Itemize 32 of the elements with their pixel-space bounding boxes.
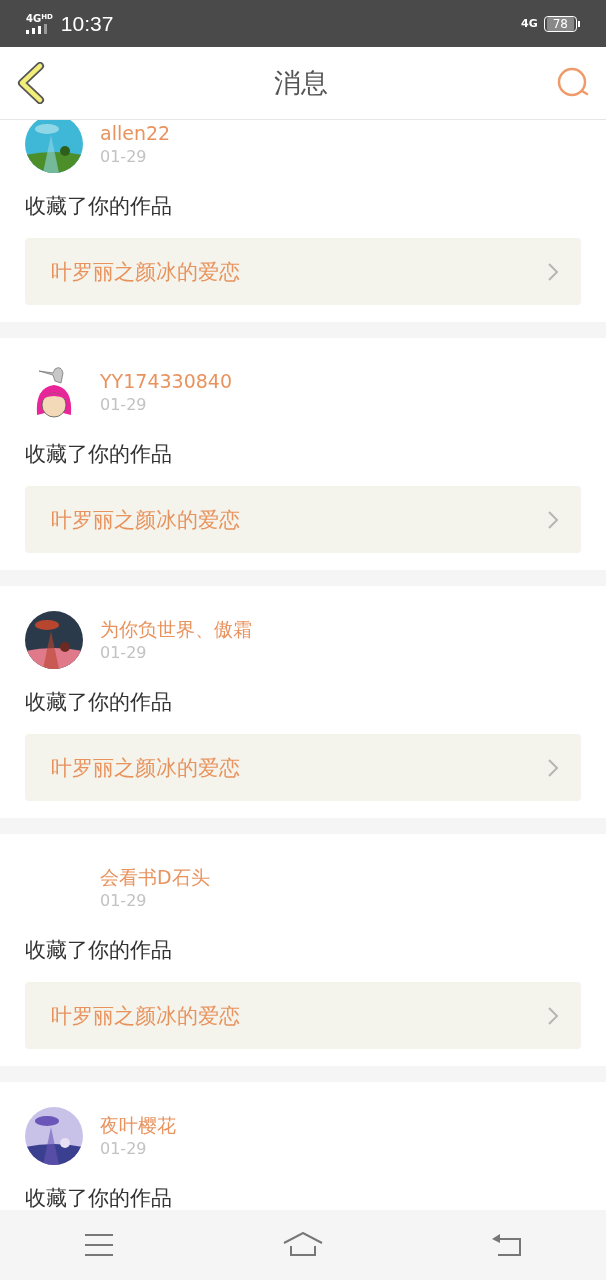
signal-icon: [26, 23, 50, 34]
message-date: 01-29: [100, 890, 148, 912]
chevron-icon: [547, 757, 559, 778]
battery-icon: 78: [543, 15, 577, 32]
chevron-icon: [547, 509, 559, 530]
user-name[interactable]: allen22: [100, 120, 171, 146]
back-icon[interactable]: [491, 1233, 522, 1257]
message-text: 收藏了你的作品: [25, 193, 173, 220]
message-text: 收藏了你的作品: [25, 689, 173, 716]
chevron-icon: [547, 261, 559, 282]
back-icon[interactable]: [16, 62, 46, 104]
work-link[interactable]: 叶罗丽之颜冰的爱恋: [25, 238, 581, 305]
work-link[interactable]: 叶罗丽之颜冰的爱恋: [25, 486, 581, 553]
page-title: 消息: [274, 66, 328, 100]
chevron-icon: [547, 1005, 559, 1026]
message-text: 收藏了你的作品: [25, 1185, 173, 1210]
user-name[interactable]: 会看书D石头: [100, 864, 210, 890]
work-link[interactable]: 叶罗丽之颜冰的爱恋: [25, 982, 581, 1049]
user-name[interactable]: 夜叶樱花: [100, 1112, 176, 1138]
home-icon[interactable]: [283, 1232, 323, 1258]
work-link[interactable]: 叶罗丽之颜冰的爱恋: [25, 734, 581, 801]
user-name[interactable]: YY174330840: [100, 368, 232, 394]
menu-icon[interactable]: [84, 1233, 115, 1257]
message-date: 01-29: [100, 642, 148, 664]
message-date: 01-29: [100, 1138, 148, 1160]
network-label: 4G: [521, 17, 538, 30]
clock: 10:37: [60, 11, 114, 36]
user-name[interactable]: 为你负世界、傲霜: [100, 616, 252, 642]
message-text: 收藏了你的作品: [25, 937, 173, 964]
message-text: 收藏了你的作品: [25, 441, 173, 468]
message-date: 01-29: [100, 146, 148, 168]
message-date: 01-29: [100, 394, 148, 416]
